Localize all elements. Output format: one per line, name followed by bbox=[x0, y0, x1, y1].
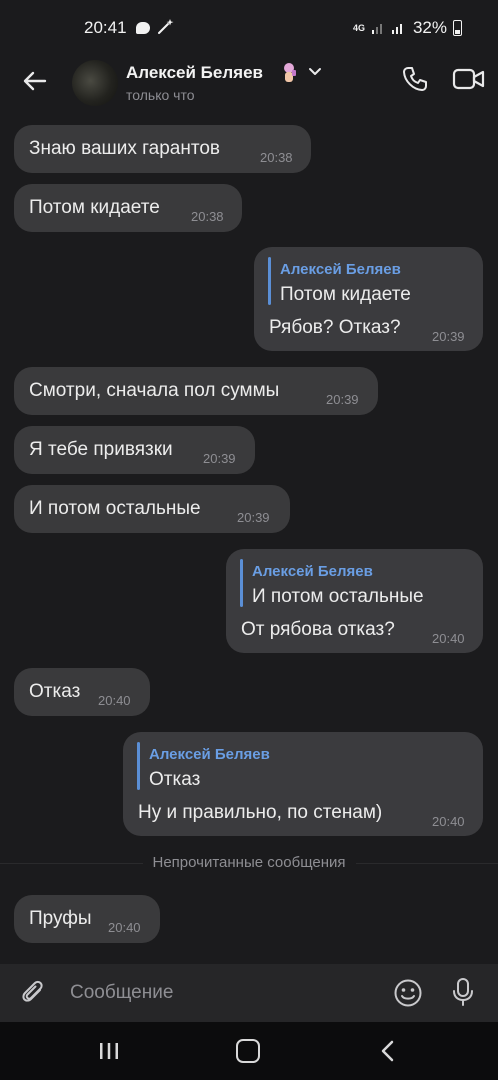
message-time: 20:38 bbox=[191, 209, 224, 224]
phone-icon[interactable] bbox=[400, 64, 430, 94]
microphone-icon[interactable] bbox=[450, 976, 476, 1008]
status-time: 20:41 bbox=[84, 18, 127, 37]
message-text: Отказ bbox=[29, 681, 81, 702]
nail-polish-emoji-icon bbox=[284, 63, 296, 82]
reply-quote-text: Отказ bbox=[149, 769, 201, 790]
contact-name[interactable]: Алексей Беляев bbox=[126, 63, 263, 83]
reply-author: Алексей Беляев bbox=[252, 563, 373, 580]
message-time: 20:40 bbox=[432, 631, 465, 646]
reply-quote-bar bbox=[268, 257, 271, 305]
message-text: Смотри, сначала пол суммы bbox=[29, 380, 280, 401]
unread-divider-label: Непрочитанные сообщения bbox=[142, 854, 356, 871]
message-time: 20:39 bbox=[237, 510, 270, 525]
message-text: От рябова отказ? bbox=[241, 619, 395, 640]
message-composer bbox=[0, 964, 498, 1022]
battery-percent: 32% bbox=[412, 18, 447, 37]
message-text: Рябов? Отказ? bbox=[269, 317, 401, 338]
message-bubble[interactable]: И потом остальные 20:39 bbox=[14, 485, 290, 533]
contact-last-seen: только что bbox=[126, 87, 195, 103]
paperclip-icon[interactable] bbox=[20, 978, 48, 1008]
message-bubble[interactable]: Знаю ваших гарантов 20:38 bbox=[14, 125, 311, 173]
network-type: 4G bbox=[352, 23, 365, 33]
message-text: И потом остальные bbox=[29, 498, 201, 519]
magic-wand-icon bbox=[158, 19, 174, 34]
message-text: Я тебе привязки bbox=[29, 439, 173, 460]
home-button-icon[interactable] bbox=[236, 1039, 260, 1063]
chat-notification-icon bbox=[136, 22, 150, 34]
status-bar: 20:41 4G 32% bbox=[0, 0, 498, 56]
status-indicators: 4G 32% bbox=[353, 18, 462, 38]
message-time: 20:40 bbox=[108, 920, 141, 935]
message-bubble[interactable]: Я тебе привязки 20:39 bbox=[14, 426, 255, 474]
message-text: Знаю ваших гарантов bbox=[29, 138, 221, 159]
message-time: 20:40 bbox=[432, 814, 465, 829]
avatar[interactable] bbox=[72, 60, 118, 106]
message-text: Потом кидаете bbox=[29, 197, 160, 218]
signal-icon-2 bbox=[391, 24, 402, 34]
reply-quote-text: Потом кидаете bbox=[280, 284, 411, 305]
message-input[interactable] bbox=[60, 974, 370, 1012]
unread-divider: Непрочитанные сообщения bbox=[0, 848, 498, 878]
reply-quote-bar bbox=[240, 559, 243, 607]
battery-icon bbox=[453, 20, 462, 36]
recent-apps-icon[interactable] bbox=[98, 1042, 120, 1060]
reply-quote-text: И потом остальные bbox=[252, 586, 424, 607]
message-bubble[interactable]: Смотри, сначала пол суммы 20:39 bbox=[14, 367, 378, 415]
message-text: Пруфы bbox=[29, 908, 92, 929]
system-back-icon[interactable] bbox=[378, 1039, 398, 1063]
message-time: 20:40 bbox=[98, 693, 131, 708]
signal-icon bbox=[371, 24, 382, 34]
system-nav-bar bbox=[0, 1022, 498, 1080]
message-bubble-reply[interactable]: Алексей Беляев Потом кидаете Рябов? Отка… bbox=[254, 247, 483, 351]
message-bubble[interactable]: Пруфы 20:40 bbox=[14, 895, 160, 943]
reply-author: Алексей Беляев bbox=[149, 746, 270, 763]
message-time: 20:39 bbox=[203, 451, 236, 466]
message-bubble-reply[interactable]: Алексей Беляев Отказ Ну и правильно, по … bbox=[123, 732, 483, 836]
chevron-down-icon[interactable] bbox=[308, 65, 322, 79]
emoji-smile-icon[interactable] bbox=[393, 978, 423, 1008]
chat-header: Алексей Беляев только что bbox=[0, 56, 498, 112]
message-bubble[interactable]: Отказ 20:40 bbox=[14, 668, 150, 716]
message-time: 20:39 bbox=[326, 392, 359, 407]
message-bubble[interactable]: Потом кидаете 20:38 bbox=[14, 184, 242, 232]
reply-author: Алексей Беляев bbox=[280, 261, 401, 278]
reply-quote-bar bbox=[137, 742, 140, 790]
message-bubble-reply[interactable]: Алексей Беляев И потом остальные От рябо… bbox=[226, 549, 483, 653]
message-time: 20:38 bbox=[260, 150, 293, 165]
message-time: 20:39 bbox=[432, 329, 465, 344]
video-camera-icon[interactable] bbox=[452, 66, 486, 92]
message-text: Ну и правильно, по стенам) bbox=[138, 802, 383, 823]
back-arrow-icon[interactable] bbox=[20, 66, 50, 96]
